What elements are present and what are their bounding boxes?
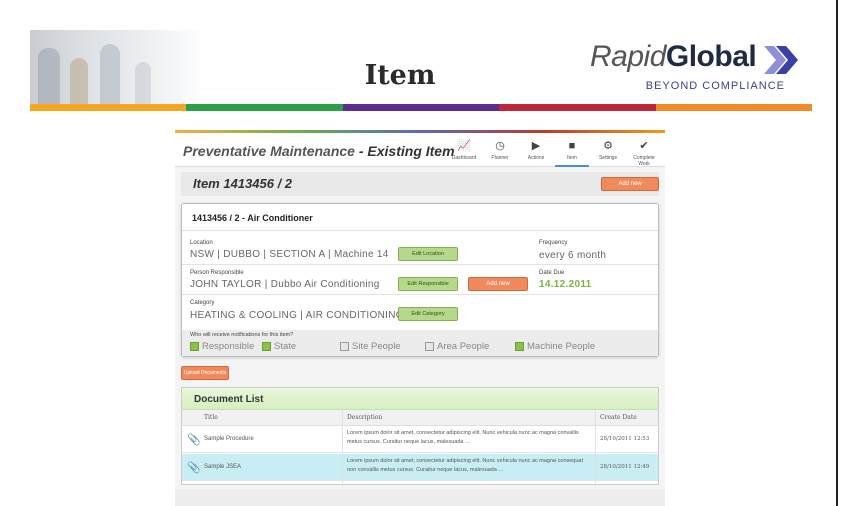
- row-title: Sample JSEA: [204, 464, 242, 470]
- frequency-label: Frequency: [539, 240, 568, 246]
- page-title: Preventative Maintenance - Existing Item: [183, 143, 455, 159]
- person-responsible-value: JOHN TAYLOR | Dubbo Air Conditioning: [190, 279, 380, 290]
- slide-edge: [836, 0, 838, 506]
- color-bar-segment: [499, 104, 656, 111]
- checkbox-box: [262, 342, 271, 351]
- person-responsible-label: Person Responsible: [190, 270, 244, 276]
- header-photo: [30, 30, 205, 108]
- column-divider: [595, 410, 596, 486]
- divider: [182, 294, 658, 295]
- checkbox-box: [515, 342, 524, 351]
- category-label: Category: [190, 300, 215, 306]
- nav-dashboard[interactable]: 📈 Dashboard: [447, 135, 481, 167]
- checkbox-label: State: [274, 341, 297, 352]
- color-bar-segment: [186, 104, 343, 111]
- column-divider: [342, 410, 343, 486]
- checkbox-state[interactable]: State: [262, 341, 296, 352]
- checkbox-site-people[interactable]: Site People: [340, 341, 401, 352]
- document-list: Document List Title Description Create D…: [181, 387, 659, 486]
- app-footer: [175, 489, 665, 506]
- document-columns: Title Description Create Date: [182, 410, 658, 426]
- nav-label: Complete Work: [633, 155, 655, 167]
- nav-actions[interactable]: ▶ Actions: [519, 135, 553, 167]
- row-description: Lorem ipsum dolor sit amet, consectetur …: [347, 430, 579, 445]
- stop-icon: ■: [568, 140, 576, 152]
- checkbox-responsible[interactable]: Responsible: [190, 341, 254, 352]
- color-bar-segment: [30, 104, 187, 111]
- row-description: Lorem ipsum dolor sit amet, consectetur …: [347, 458, 584, 473]
- table-row[interactable]: 📎 Sample JSEA Lorem ipsum dolor sit amet…: [182, 454, 658, 481]
- nav-label: Dashboard: [451, 155, 477, 161]
- paperclip-icon: 📎: [187, 462, 201, 474]
- nav-label: Actions: [527, 155, 545, 161]
- nav-label: Item: [567, 155, 577, 161]
- chevron-logo-icon: [764, 46, 798, 74]
- upload-documents-button[interactable]: Upload Documents: [181, 366, 229, 380]
- column-header-title[interactable]: Title: [204, 414, 218, 421]
- column-header-description[interactable]: Description: [347, 414, 382, 421]
- document-list-header: Document List: [182, 388, 658, 410]
- app-panel: Preventative Maintenance - Existing Item…: [175, 130, 665, 506]
- top-nav: 📈 Dashboard ◷ Planner ▶ Actions ■ Item ⚙ Sett…: [447, 135, 661, 167]
- chart-icon: 📈: [457, 140, 471, 152]
- checkbox-label: Responsible: [202, 341, 255, 352]
- document-list-title: Document List: [194, 394, 264, 405]
- checkbox-box: [340, 342, 349, 351]
- nav-label: Settings: [598, 155, 618, 161]
- checkbox-box: [425, 342, 434, 351]
- table-row[interactable]: 📎 Sample Procedure Lorem ipsum dolor sit…: [182, 426, 658, 453]
- add-new-button[interactable]: Add new: [601, 177, 659, 191]
- location-label: Location: [190, 240, 213, 246]
- brand-name-bold: Global: [665, 40, 757, 73]
- page-title-sub: - Existing Item: [354, 143, 455, 159]
- color-bar: [30, 104, 813, 111]
- divider: [182, 230, 658, 231]
- row-date: 28/10/2011 12:49: [600, 464, 650, 470]
- row-date: 28/10/2011 12:53: [600, 436, 650, 442]
- divider: [182, 264, 658, 265]
- item-heading: Item 1413456 / 2: [193, 176, 293, 191]
- edit-category-button[interactable]: Edit Category: [398, 307, 458, 321]
- slide-header: Item RapidGlobal BEYOND COMPLIANCE: [0, 0, 842, 115]
- frequency-value: every 6 month: [539, 250, 607, 261]
- row-title: Sample Procedure: [204, 436, 254, 442]
- brand-name-light: Rapid: [590, 40, 666, 73]
- nav-label: Planner: [491, 155, 509, 161]
- checkbox-box: [190, 342, 199, 351]
- card-title: 1413456 / 2 - Air Conditioner: [192, 213, 313, 223]
- nav-item[interactable]: ■ Item: [555, 135, 589, 167]
- page-title-main: Preventative Maintenance: [183, 143, 355, 159]
- brand-tagline: BEYOND COMPLIANCE: [645, 80, 785, 92]
- date-due-label: Date Due: [539, 270, 565, 276]
- gear-icon: ⚙: [603, 140, 613, 152]
- color-bar-segment: [342, 104, 500, 111]
- app-header: Preventative Maintenance - Existing Item…: [175, 133, 665, 167]
- nav-settings[interactable]: ⚙ Settings: [591, 135, 625, 167]
- notifications-question: Who will receive notifications for this …: [190, 332, 294, 338]
- play-icon: ▶: [531, 140, 541, 152]
- column-header-create-date[interactable]: Create Date: [600, 414, 637, 421]
- paperclip-icon: 📎: [187, 434, 201, 446]
- checkbox-label: Site People: [352, 341, 401, 352]
- slide-title: Item: [364, 60, 436, 91]
- nav-planner[interactable]: ◷ Planner: [483, 135, 517, 167]
- check-icon: ✔: [639, 140, 649, 152]
- nav-complete-work[interactable]: ✔ Complete Work: [627, 135, 661, 167]
- add-new-responsible-button[interactable]: Add new: [468, 277, 528, 291]
- checkbox-label: Area People: [437, 341, 490, 352]
- color-bar-segment: [655, 104, 813, 111]
- checkbox-machine-people[interactable]: Machine People: [515, 341, 595, 352]
- category-value: HEATING & COOLING | AIR CONDITIONING: [190, 310, 404, 321]
- item-detail-card: 1413456 / 2 - Air Conditioner Location N…: [181, 203, 659, 357]
- date-due-value: 14.12.2011: [539, 279, 592, 290]
- location-value: NSW | DUBBO | SECTION A | Machine 14: [190, 249, 389, 260]
- clock-icon: ◷: [495, 140, 505, 152]
- item-bar: Item 1413456 / 2 Add new: [181, 172, 659, 196]
- notifications-section: Who will receive notifications for this …: [182, 330, 658, 356]
- checkbox-label: Machine People: [527, 341, 596, 352]
- brand-logo: RapidGlobal: [590, 40, 757, 74]
- edit-location-button[interactable]: Edit Location: [398, 247, 458, 261]
- edit-responsible-button[interactable]: Edit Responsible: [398, 277, 458, 291]
- checkbox-area-people[interactable]: Area People: [425, 341, 489, 352]
